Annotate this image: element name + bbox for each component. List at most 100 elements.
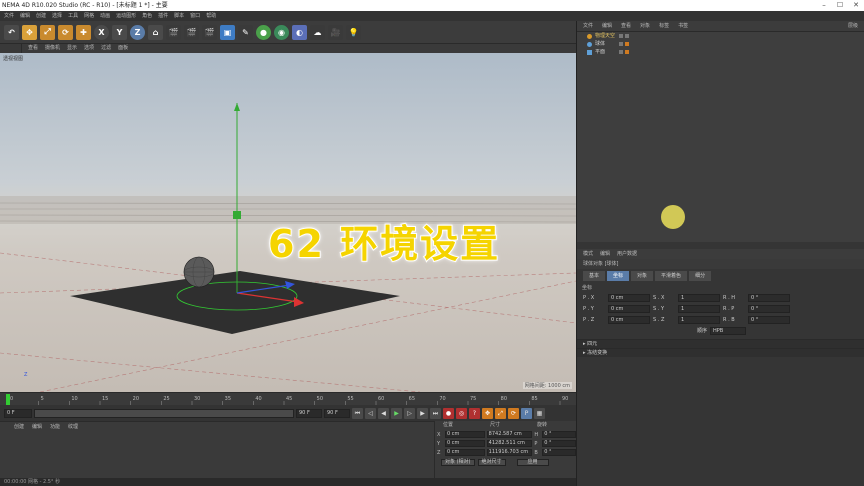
key-pla-icon[interactable]: ▦: [534, 407, 545, 419]
move-tool-icon[interactable]: ✥: [22, 24, 37, 40]
rot-b-field[interactable]: 0 °: [748, 315, 790, 324]
section-quaternion[interactable]: ▸ 四元: [577, 339, 864, 348]
tab-basic[interactable]: 基本: [583, 271, 606, 281]
om-menu-edit[interactable]: 编辑: [602, 21, 612, 31]
object-row-sphere[interactable]: 球体: [577, 40, 864, 48]
mat-menu-edit[interactable]: 编辑: [32, 422, 42, 432]
vp-menu-filter[interactable]: 过滤: [101, 44, 111, 53]
current-frame-field[interactable]: 90 F: [324, 408, 350, 418]
go-start-icon[interactable]: ⏮: [352, 407, 363, 419]
vp-menu-panel[interactable]: 面板: [118, 44, 128, 53]
pos-y-field[interactable]: 0 cm: [608, 304, 650, 313]
scale-y-field[interactable]: 1: [678, 304, 720, 313]
coord-size-x[interactable]: 8742.587 cm: [486, 431, 533, 438]
play-icon[interactable]: ▶: [391, 407, 402, 419]
start-frame-field[interactable]: 0 F: [4, 408, 32, 418]
axis-y-button[interactable]: Y: [112, 24, 127, 40]
rot-p-field[interactable]: 0 °: [748, 304, 790, 313]
menu-select[interactable]: 选择: [52, 11, 62, 21]
coord-pos-y[interactable]: 0 cm: [444, 440, 485, 447]
subdivision-icon[interactable]: ●: [256, 24, 271, 40]
world-coord-icon[interactable]: ⌂: [148, 24, 163, 40]
next-key-icon[interactable]: ▶: [417, 407, 428, 419]
menu-animate[interactable]: 动画: [100, 11, 110, 21]
mat-menu-texture[interactable]: 纹理: [68, 422, 78, 432]
vp-menu-camera[interactable]: 摄像机: [45, 44, 60, 53]
menu-script[interactable]: 脚本: [174, 11, 184, 21]
coord-size-z[interactable]: 111916.703 cm: [486, 449, 533, 456]
coord-rot-h[interactable]: 0 °: [542, 431, 577, 438]
om-menu-bookmarks[interactable]: 书签: [678, 21, 688, 31]
render-view-icon[interactable]: 🎬: [166, 24, 181, 40]
coord-rot-b[interactable]: 0 °: [542, 449, 577, 456]
rot-h-field[interactable]: 0 °: [748, 293, 790, 302]
key-scale-icon[interactable]: ⤢: [495, 407, 506, 419]
menu-tools[interactable]: 工具: [68, 11, 78, 21]
menu-window[interactable]: 窗口: [190, 11, 200, 21]
timeline-range-slider[interactable]: [34, 408, 294, 418]
coord-mode-dropdown[interactable]: 对象 (相对): [441, 459, 475, 466]
order-dropdown[interactable]: HPB: [710, 326, 747, 335]
environment-icon[interactable]: ☁: [310, 24, 325, 40]
apply-button[interactable]: 应用: [516, 459, 549, 466]
record-icon[interactable]: ●: [443, 407, 454, 419]
om-menu-view[interactable]: 查看: [621, 21, 631, 31]
array-icon[interactable]: ◉: [274, 24, 289, 40]
select-tool-icon[interactable]: ✚: [76, 24, 91, 40]
rotate-tool-icon[interactable]: ⟳: [58, 24, 73, 40]
axis-x-button[interactable]: X: [94, 24, 109, 40]
cube-object-icon[interactable]: ▣: [220, 24, 235, 40]
go-end-icon[interactable]: ⏭: [430, 407, 441, 419]
om-menu-objects[interactable]: 对象: [640, 21, 650, 31]
undo-icon[interactable]: ↶: [4, 24, 19, 40]
scale-tool-icon[interactable]: ⤢: [40, 24, 55, 40]
attr-menu-userdata[interactable]: 用户数据: [617, 249, 637, 259]
pos-z-field[interactable]: 0 cm: [608, 315, 650, 324]
key-param-icon[interactable]: P: [521, 407, 532, 419]
prev-key-icon[interactable]: ◁: [365, 407, 376, 419]
om-menu-tags[interactable]: 标签: [659, 21, 669, 31]
vp-menu-view[interactable]: 查看: [28, 44, 38, 53]
key-rotation-icon[interactable]: ⟳: [508, 407, 519, 419]
key-position-icon[interactable]: ✥: [482, 407, 493, 419]
render-settings-icon[interactable]: 🎬: [202, 24, 217, 40]
light-icon[interactable]: 💡: [346, 24, 361, 40]
end-frame-field[interactable]: 90 F: [296, 408, 322, 418]
coord-pos-z[interactable]: 0 cm: [444, 449, 485, 456]
axis-z-button[interactable]: Z: [130, 24, 145, 40]
menu-help[interactable]: 帮助: [206, 11, 216, 21]
vp-menu-display[interactable]: 显示: [67, 44, 77, 53]
menu-mesh[interactable]: 网格: [84, 11, 94, 21]
coord-size-mode-dropdown[interactable]: 绝对尺寸: [477, 459, 506, 466]
menu-edit[interactable]: 编辑: [20, 11, 30, 21]
render-picture-icon[interactable]: 🎬: [184, 24, 199, 40]
coord-rot-p[interactable]: 0 °: [542, 440, 577, 447]
tab-phong[interactable]: 平滑着色: [655, 271, 688, 281]
pen-tool-icon[interactable]: ✎: [238, 24, 253, 40]
maximize-button[interactable]: ☐: [832, 0, 848, 11]
camera-icon[interactable]: 🎥: [328, 24, 343, 40]
coord-size-y[interactable]: 41282.511 cm: [486, 440, 533, 447]
mat-menu-function[interactable]: 功能: [50, 422, 60, 432]
menu-character[interactable]: 角色: [142, 11, 152, 21]
minimize-button[interactable]: –: [816, 0, 832, 11]
next-frame-icon[interactable]: ▷: [404, 407, 415, 419]
object-row-plane[interactable]: 平面: [577, 48, 864, 56]
attr-menu-edit[interactable]: 编辑: [600, 249, 610, 259]
mat-menu-create[interactable]: 创建: [14, 422, 24, 432]
deformer-icon[interactable]: ◐: [292, 24, 307, 40]
autokey-icon[interactable]: ◎: [456, 407, 467, 419]
section-freeze[interactable]: ▸ 冻结变换: [577, 348, 864, 357]
menu-file[interactable]: 文件: [4, 11, 14, 21]
vp-menu-options[interactable]: 选项: [84, 44, 94, 53]
tab-coordinates[interactable]: 坐标: [607, 271, 630, 281]
pos-x-field[interactable]: 0 cm: [608, 293, 650, 302]
playhead[interactable]: [6, 394, 10, 405]
coord-pos-x[interactable]: 0 cm: [444, 431, 485, 438]
scale-x-field[interactable]: 1: [678, 293, 720, 302]
object-row-sky[interactable]: 物理天空: [577, 32, 864, 40]
keyframe-selection-icon[interactable]: ?: [469, 407, 480, 419]
scale-z-field[interactable]: 1: [678, 315, 720, 324]
menu-mograph[interactable]: 运动图形: [116, 11, 136, 21]
menu-create[interactable]: 创建: [36, 11, 46, 21]
